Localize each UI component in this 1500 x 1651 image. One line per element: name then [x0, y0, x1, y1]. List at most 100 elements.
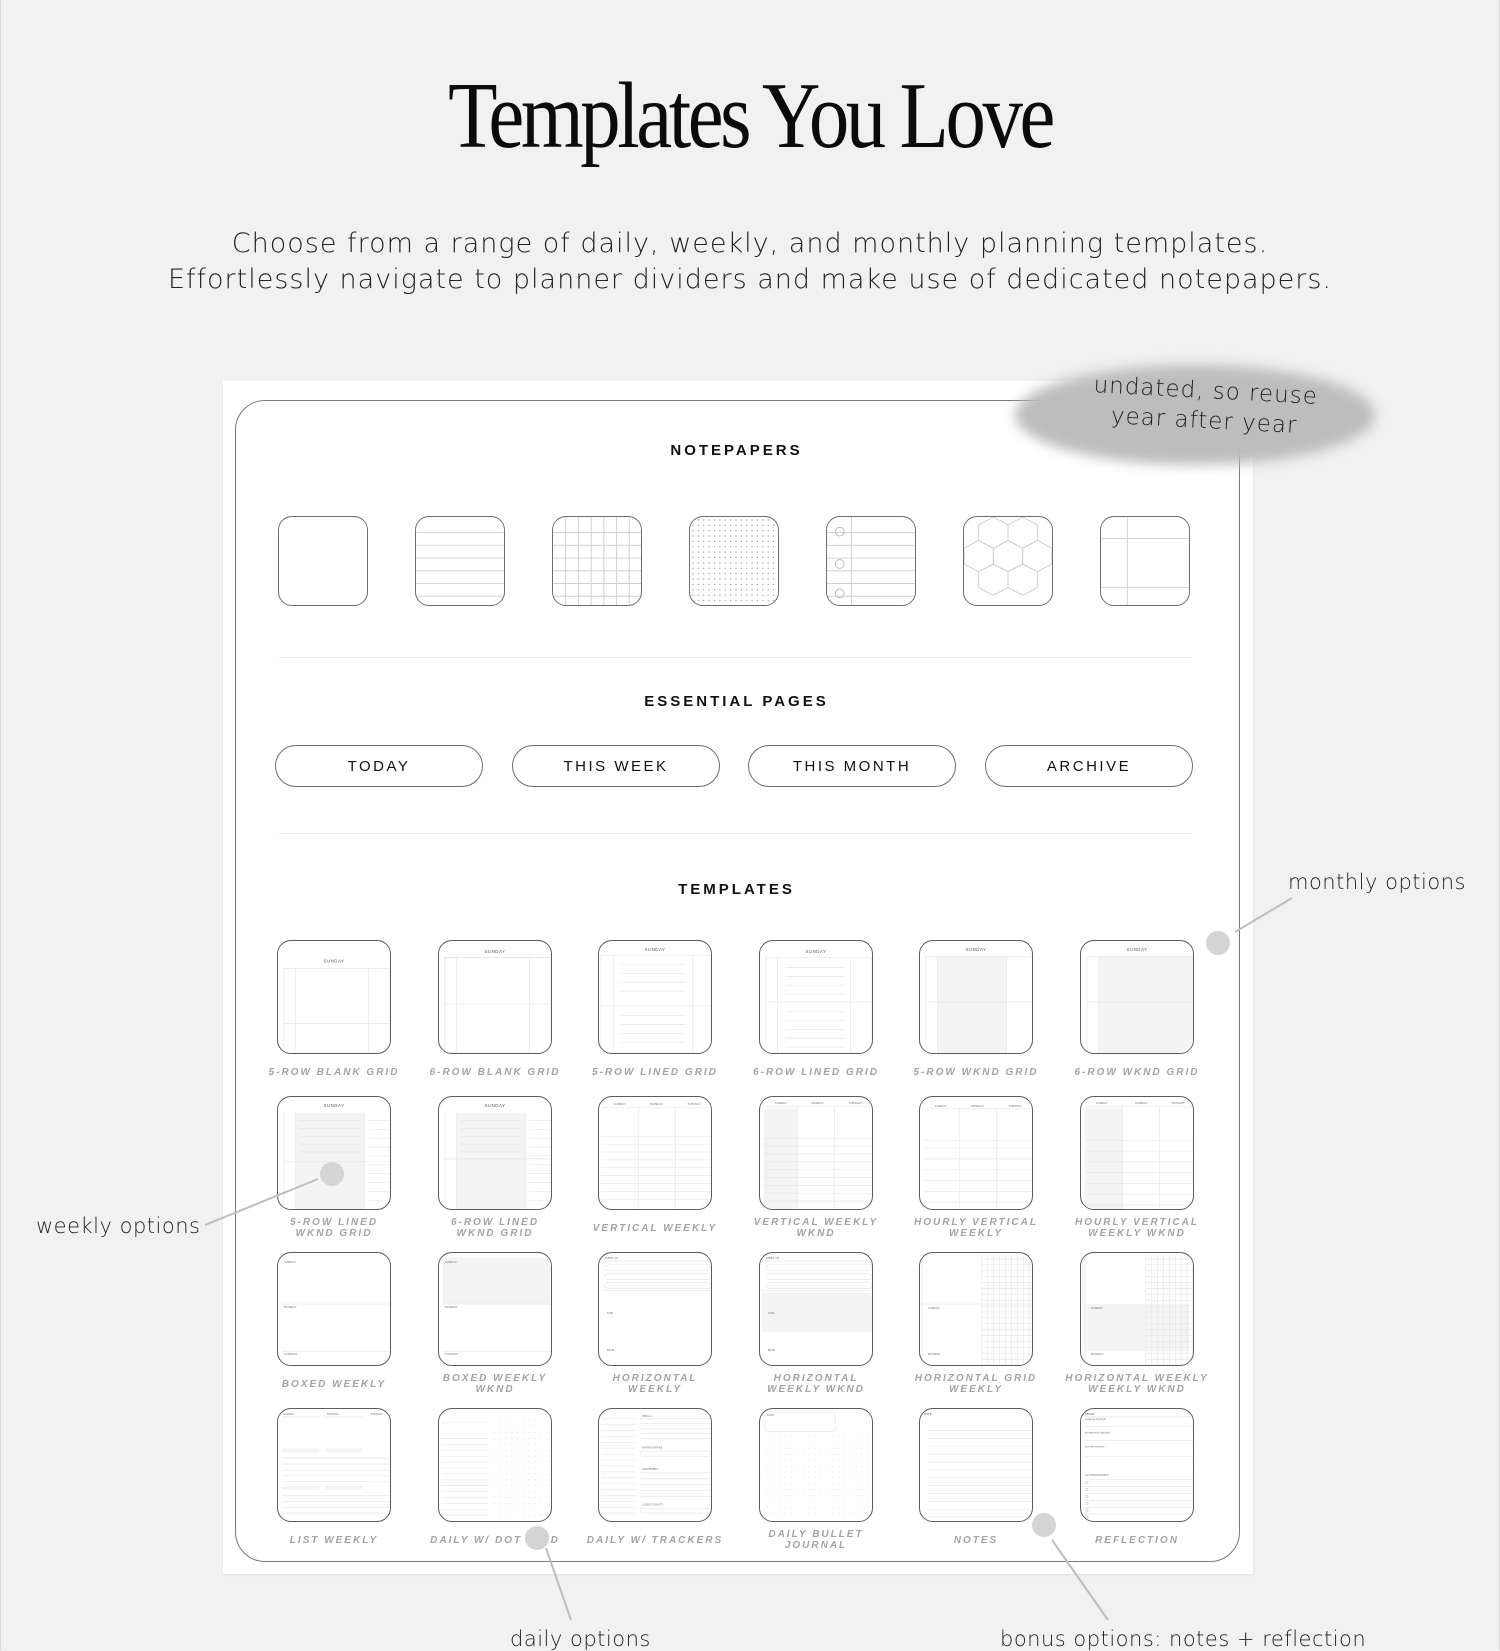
svg-text:TUESDAY: TUESDAY [847, 1101, 862, 1105]
template-label: 6-ROW BLANK GRID [429, 1067, 561, 1078]
notepaper-ruled-holes[interactable] [826, 516, 916, 606]
notepaper-cornell[interactable] [1100, 516, 1190, 606]
template-reflection[interactable]: RECAP personal highlight professional high… [1080, 1408, 1194, 1522]
svg-text:MOVEMENT: MOVEMENT [642, 1467, 658, 1471]
template-thumbnail-icon: SUNDAY MONDAY TUESDAY [923, 1104, 1032, 1209]
template-6-row-lined-wknd-grid[interactable]: SUNDAY [438, 1096, 552, 1210]
monthly-options-label: monthly options [1288, 870, 1466, 894]
template-horizontal-weekly-weekly-wknd[interactable]: SUNDAY MONDAY [1080, 1252, 1194, 1366]
svg-text:MONDAY: MONDAY [1135, 1101, 1148, 1105]
template-label: HORIZONTAL WEEKLY [612, 1373, 698, 1395]
template-thumbnail-icon: MEALS WATER INTAKE MOVEMENT SLEEP QUALITY [600, 1414, 711, 1514]
template-label: HOURLY VERTICAL WEEKLY WKND [1075, 1217, 1199, 1239]
lined-paper-icon [416, 532, 504, 597]
notepaper-grid[interactable] [552, 516, 642, 606]
svg-text:SUNDAY: SUNDAY [645, 947, 666, 952]
daily-marker [525, 1526, 549, 1550]
svg-text:SUNDAY: SUNDAY [614, 1102, 626, 1106]
archive-button[interactable]: ARCHIVE [985, 745, 1193, 787]
daily-options-label: daily options [510, 1627, 651, 1651]
template-5-row-blank-grid[interactable]: SUNDAY [277, 940, 391, 1054]
notepaper-dot-grid[interactable] [689, 516, 779, 606]
template-label: HORIZONTAL GRID WEEKLY [914, 1373, 1038, 1395]
svg-text:ACCOMPLISHMENTS: ACCOMPLISHMENTS [1085, 1474, 1109, 1477]
dot-grid-paper-icon [690, 517, 778, 605]
template-label: NOTES [953, 1535, 999, 1546]
template-list-weekly[interactable]: SUNDAY MONDAY TUESDAY [277, 1408, 391, 1522]
notepapers-heading: NOTEPAPERS [670, 442, 803, 459]
svg-text:SUNDAY: SUNDAY [324, 1103, 345, 1108]
template-vertical-weekly[interactable]: SUNDAY MONDAY TUESDAY [598, 1096, 712, 1210]
this-week-button[interactable]: THIS WEEK [512, 745, 720, 787]
svg-text:SUNDAY: SUNDAY [284, 1260, 296, 1264]
svg-text:DATE: DATE [767, 1413, 774, 1417]
notepaper-lined[interactable] [415, 516, 505, 606]
svg-text:SUNDAY: SUNDAY [806, 949, 827, 954]
template-6-row-lined-grid[interactable]: SUNDAY [759, 940, 873, 1054]
essential-pages-heading: ESSENTIAL PAGES [644, 693, 829, 710]
svg-text:TUESDAY: TUESDAY [283, 1352, 298, 1356]
section-divider [278, 833, 1193, 834]
template-label: 5-ROW LINED WKND GRID [289, 1217, 379, 1239]
svg-text:SUNDAY: SUNDAY [283, 1412, 295, 1416]
svg-text:SUNDAY: SUNDAY [485, 949, 506, 954]
template-horizontal-weekly-wknd[interactable]: WEEK OF SUN MON [759, 1252, 873, 1366]
svg-text:SUNDAY: SUNDAY [1091, 1306, 1103, 1310]
svg-text:MONDAY: MONDAY [650, 1102, 663, 1106]
svg-text:SUN: SUN [768, 1311, 774, 1315]
svg-text:TUESDAY: TUESDAY [1170, 1101, 1185, 1105]
svg-text:SUNDAY: SUNDAY [485, 1103, 506, 1108]
template-horizontal-weekly[interactable]: WEEK OF SUN MON [598, 1252, 712, 1366]
page-title: Templates You Love [448, 64, 1055, 168]
template-horizontal-grid-weekly[interactable]: SUNDAY MONDAY [919, 1252, 1033, 1366]
template-label: 5-ROW WKND GRID [913, 1067, 1039, 1078]
svg-text:SUN: SUN [607, 1311, 613, 1315]
template-thumbnail-icon: SUNDAY MONDAY TUESDAY [281, 1260, 390, 1356]
grid-paper-icon [553, 517, 641, 605]
template-5-row-wknd-grid[interactable]: SUNDAY [919, 940, 1033, 1054]
page-subtitle: Choose from a range of daily, weekly, an… [0, 226, 1500, 298]
template-5-row-lined-grid[interactable]: SUNDAY [598, 940, 712, 1054]
svg-text:SUNDAY: SUNDAY [445, 1260, 457, 1264]
template-boxed-weekly-wknd[interactable]: SUNDAY MONDAY TUESDAY [438, 1252, 552, 1366]
template-thumbnail-icon: SUNDAY [600, 947, 711, 1053]
template-label: HORIZONTAL WEEKLY WKND [767, 1373, 865, 1395]
template-boxed-weekly[interactable]: SUNDAY MONDAY TUESDAY [277, 1252, 391, 1366]
template-thumbnail-icon: RECAP personal highlight professional high… [1085, 1412, 1193, 1519]
subtitle-line-2: Effortlessly navigate to planner divider… [167, 264, 1333, 295]
template-thumbnail-icon: SUNDAY [444, 949, 551, 1053]
svg-text:MEALS: MEALS [642, 1414, 652, 1418]
svg-text:MON: MON [607, 1348, 614, 1352]
template-5-row-lined-wknd-grid[interactable]: SUNDAY [277, 1096, 391, 1210]
svg-text:MONDAY: MONDAY [1091, 1352, 1104, 1356]
notepaper-hexagon[interactable] [963, 516, 1053, 606]
template-6-row-blank-grid[interactable]: SUNDAY [438, 940, 552, 1054]
template-label: REFLECTION [1095, 1535, 1179, 1546]
template-thumbnail-icon: SUNDAY [444, 1103, 551, 1209]
template-hourly-vertical-weekly[interactable]: SUNDAY MONDAY TUESDAY [919, 1096, 1033, 1210]
svg-text:MONDAY: MONDAY [811, 1101, 824, 1105]
template-6-row-wknd-grid[interactable]: SUNDAY [1080, 940, 1194, 1054]
this-month-button[interactable]: THIS MONTH [748, 745, 956, 787]
svg-text:SUNDAY: SUNDAY [775, 1101, 787, 1105]
ruled-holes-paper-icon [827, 517, 915, 605]
svg-text:SUNDAY: SUNDAY [324, 959, 345, 964]
today-button[interactable]: TODAY [275, 745, 483, 787]
svg-text:WEEK OF: WEEK OF [766, 1256, 780, 1260]
template-hourly-vertical-weekly-wknd[interactable]: SUNDAY MONDAY TUESDAY [1080, 1096, 1194, 1210]
svg-text:SUNDAY: SUNDAY [935, 1104, 947, 1108]
template-daily-w-dot-grid[interactable] [438, 1408, 552, 1522]
bonus-marker [1032, 1513, 1056, 1537]
svg-text:TUESDAY: TUESDAY [686, 1102, 701, 1106]
template-daily-bullet-journal[interactable]: DATE [759, 1408, 873, 1522]
template-vertical-weekly-wknd[interactable]: SUNDAY MONDAY TUESDAY [759, 1096, 873, 1210]
section-divider [278, 657, 1193, 658]
svg-text:MONDAY: MONDAY [971, 1104, 984, 1108]
template-thumbnail-icon: WEEK OF SUN MON [761, 1256, 872, 1352]
template-notes[interactable]: DATE: [919, 1408, 1033, 1522]
notepaper-blank[interactable] [278, 516, 368, 606]
template-daily-w-trackers[interactable]: MEALS WATER INTAKE MOVEMENT SLEEP QUALITY [598, 1408, 712, 1522]
bonus-options-label: bonus options: notes + reflection [1000, 1627, 1367, 1651]
weekly-options-label: weekly options [36, 1214, 201, 1238]
template-thumbnail-icon: SUNDAY MONDAY TUESDAY [1084, 1101, 1193, 1209]
